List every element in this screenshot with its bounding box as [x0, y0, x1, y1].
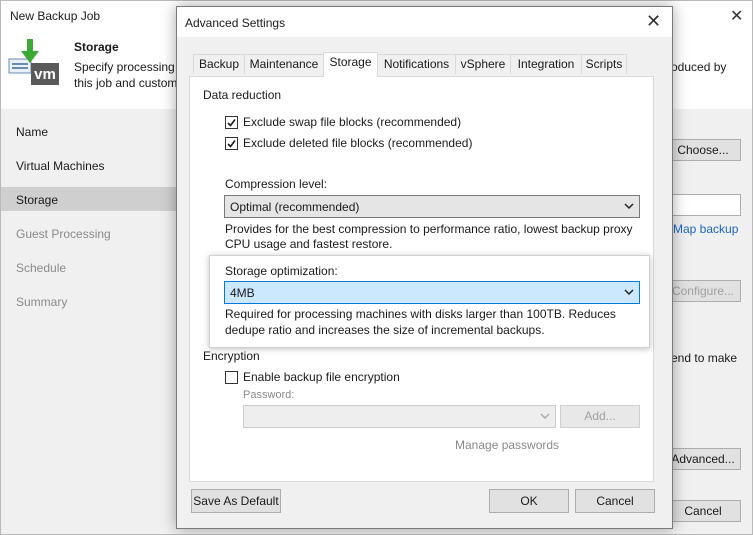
- ok-button[interactable]: OK: [489, 489, 569, 513]
- cancel-button[interactable]: Cancel: [575, 489, 655, 513]
- window-title: New Backup Job: [10, 9, 101, 23]
- compression-level-select[interactable]: Optimal (recommended): [224, 195, 640, 218]
- side-text: end to make: [671, 351, 738, 365]
- compression-description-2: CPU usage and fastest restore.: [225, 237, 393, 251]
- choose-button[interactable]: Choose...: [665, 139, 741, 161]
- configure-button[interactable]: Configure...: [665, 280, 741, 302]
- exclude-deleted-checkbox[interactable]: [225, 137, 238, 150]
- password-label: Password:: [243, 389, 295, 401]
- add-password-button[interactable]: Add...: [560, 405, 640, 428]
- dialog-close-icon[interactable]: ✕: [646, 11, 661, 32]
- wizard-cancel-button[interactable]: Cancel: [665, 500, 741, 522]
- manage-passwords-link[interactable]: Manage passwords: [455, 438, 559, 452]
- header-description: Specify processing: [74, 60, 175, 74]
- tab-maintenance[interactable]: Maintenance: [244, 54, 324, 74]
- map-backup-link[interactable]: Map backup: [673, 222, 738, 236]
- header-description-2: this job and custom: [74, 76, 178, 90]
- repository-combo[interactable]: [665, 194, 741, 216]
- storage-vm-icon: vm: [7, 37, 61, 87]
- password-select[interactable]: [243, 405, 556, 428]
- chevron-down-icon: [624, 200, 634, 215]
- save-as-default-button[interactable]: Save As Default: [191, 489, 281, 513]
- compression-level-value: Optimal (recommended): [230, 200, 360, 214]
- tab-integration[interactable]: Integration: [510, 54, 582, 74]
- storage-optimization-value: 4MB: [230, 286, 255, 300]
- exclude-deleted-label: Exclude deleted file blocks (recommended…: [243, 136, 473, 150]
- exclude-swap-checkbox[interactable]: [225, 116, 238, 129]
- nav-item-name[interactable]: Name: [16, 125, 48, 139]
- tab-vsphere[interactable]: vSphere: [455, 54, 511, 74]
- tab-scripts[interactable]: Scripts: [581, 54, 627, 74]
- compression-level-label: Compression level:: [225, 177, 328, 191]
- storage-optimization-description-2: dedupe ratio and increases the size of i…: [225, 323, 545, 337]
- close-icon[interactable]: ✕: [730, 6, 743, 26]
- chevron-down-icon: [624, 286, 634, 301]
- encryption-heading: Encryption: [203, 349, 260, 363]
- svg-text:vm: vm: [34, 66, 56, 83]
- nav-item-summary[interactable]: Summary: [16, 295, 67, 309]
- header-title: Storage: [74, 40, 119, 54]
- nav-item-guest-processing[interactable]: Guest Processing: [16, 227, 111, 241]
- tab-notifications[interactable]: Notifications: [377, 54, 456, 74]
- data-reduction-heading: Data reduction: [203, 88, 282, 102]
- enable-encryption-label: Enable backup file encryption: [243, 370, 400, 384]
- enable-encryption-checkbox[interactable]: [225, 371, 238, 384]
- advanced-button[interactable]: Advanced...: [665, 448, 741, 470]
- storage-optimization-label: Storage optimization:: [225, 264, 338, 278]
- tab-storage[interactable]: Storage: [323, 52, 378, 77]
- storage-optimization-select[interactable]: 4MB: [224, 281, 640, 304]
- storage-optimization-description-1: Required for processing machines with di…: [225, 307, 616, 321]
- nav-item-schedule[interactable]: Schedule: [16, 261, 66, 275]
- compression-description-1: Provides for the best compression to per…: [225, 222, 633, 236]
- dialog-title: Advanced Settings: [185, 16, 286, 30]
- tab-backup[interactable]: Backup: [193, 54, 245, 74]
- exclude-swap-label: Exclude swap file blocks (recommended): [243, 115, 462, 129]
- nav-item-virtual-machines[interactable]: Virtual Machines: [16, 159, 105, 173]
- chevron-down-icon: [540, 410, 550, 425]
- header-description-right: roduced by: [667, 60, 727, 74]
- nav-item-storage[interactable]: Storage: [16, 193, 58, 207]
